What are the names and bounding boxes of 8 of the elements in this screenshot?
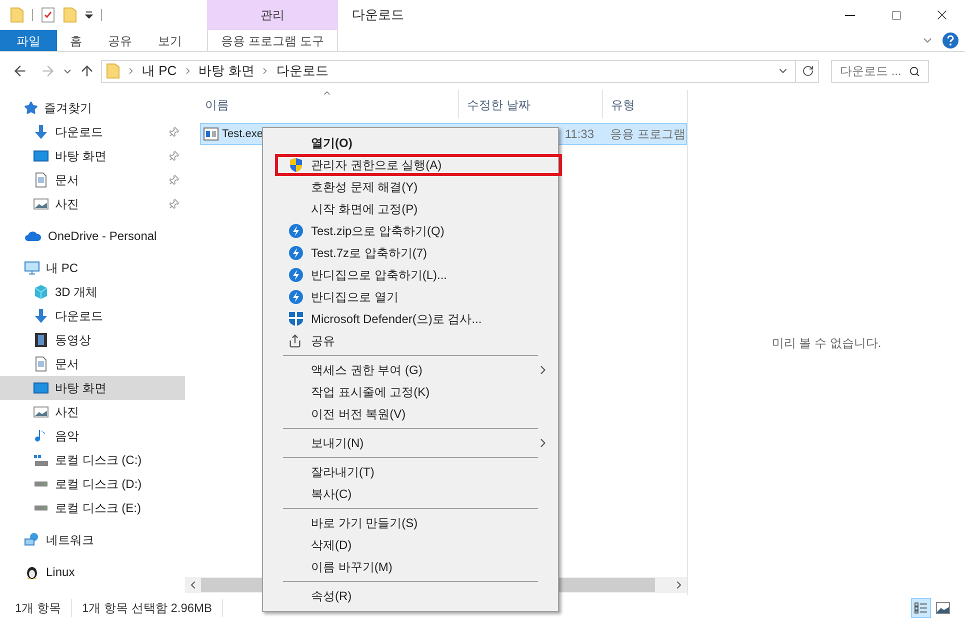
modified-date: 11:33	[564, 126, 595, 143]
tool-group-label: 관리	[207, 0, 338, 30]
file-name: Test.exe	[222, 126, 263, 142]
selection-info: 1개 항목 선택함 2.96MB	[72, 599, 224, 617]
file-type: 응용 프로그램	[609, 126, 686, 143]
item-count: 1개 항목	[0, 599, 72, 617]
preview-message: 미리 볼 수 없습니다.	[772, 334, 882, 352]
window-title: 다운로드	[352, 6, 404, 24]
